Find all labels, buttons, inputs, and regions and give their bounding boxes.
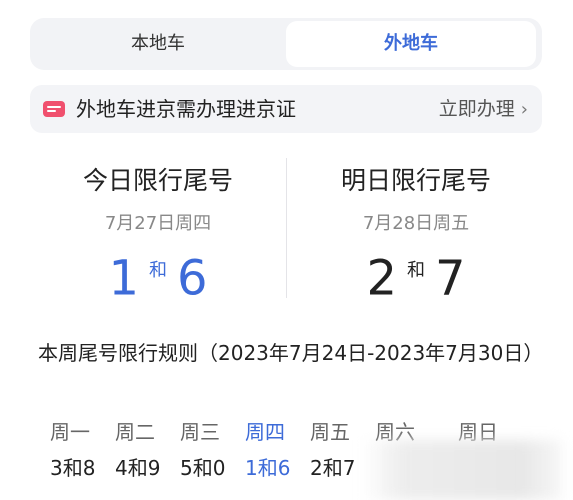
tomorrow-numbers: 2和7 [286, 243, 546, 313]
today-and: 和 [149, 259, 167, 281]
week-rule-title: 本周尾号限行规则（2023年7月24日-2023年7月30日） [38, 341, 544, 365]
tab-local-car[interactable]: 本地车 [30, 18, 286, 70]
weekday-fri: 周五 [310, 420, 350, 444]
car-type-tabs: 本地车 外地车 [30, 18, 542, 70]
weekday-mon: 周一 [50, 420, 90, 444]
weekday-wed: 周三 [180, 420, 220, 444]
ticket-icon [43, 101, 65, 117]
apply-now-link[interactable]: 立即办理 › [439, 85, 528, 134]
today-number-1: 1 [108, 250, 139, 307]
permit-banner-text: 外地车进京需办理进京证 [76, 97, 296, 121]
today-number-2: 6 [177, 250, 208, 307]
weekday-thu: 周四 [245, 420, 285, 444]
value-wed: 5和0 [180, 456, 226, 480]
chevron-right-icon: › [520, 99, 528, 120]
today-date: 7月27日周四 [104, 213, 212, 234]
tab-outside-car[interactable]: 外地车 [286, 21, 536, 67]
today-numbers: 1和6 [28, 243, 288, 313]
tomorrow-restriction: 明日限行尾号 7月28日周五 2和7 [286, 155, 546, 313]
permit-banner[interactable]: 外地车进京需办理进京证 立即办理 › [30, 85, 542, 133]
tomorrow-date: 7月28日周五 [362, 213, 470, 234]
value-fri: 2和7 [310, 456, 356, 480]
weekday-tue: 周二 [115, 420, 155, 444]
apply-now-label: 立即办理 [438, 98, 515, 120]
today-title: 今日限行尾号 [82, 166, 233, 195]
tomorrow-number-2: 7 [435, 250, 466, 307]
tomorrow-number-1: 2 [366, 250, 397, 307]
value-mon: 3和8 [50, 456, 96, 480]
tomorrow-title: 明日限行尾号 [340, 166, 491, 195]
value-tue: 4和9 [115, 456, 161, 480]
blurred-overlay [362, 440, 562, 500]
tomorrow-and: 和 [407, 259, 425, 281]
today-restriction: 今日限行尾号 7月27日周四 1和6 [28, 155, 288, 313]
value-thu: 1和6 [245, 456, 291, 480]
